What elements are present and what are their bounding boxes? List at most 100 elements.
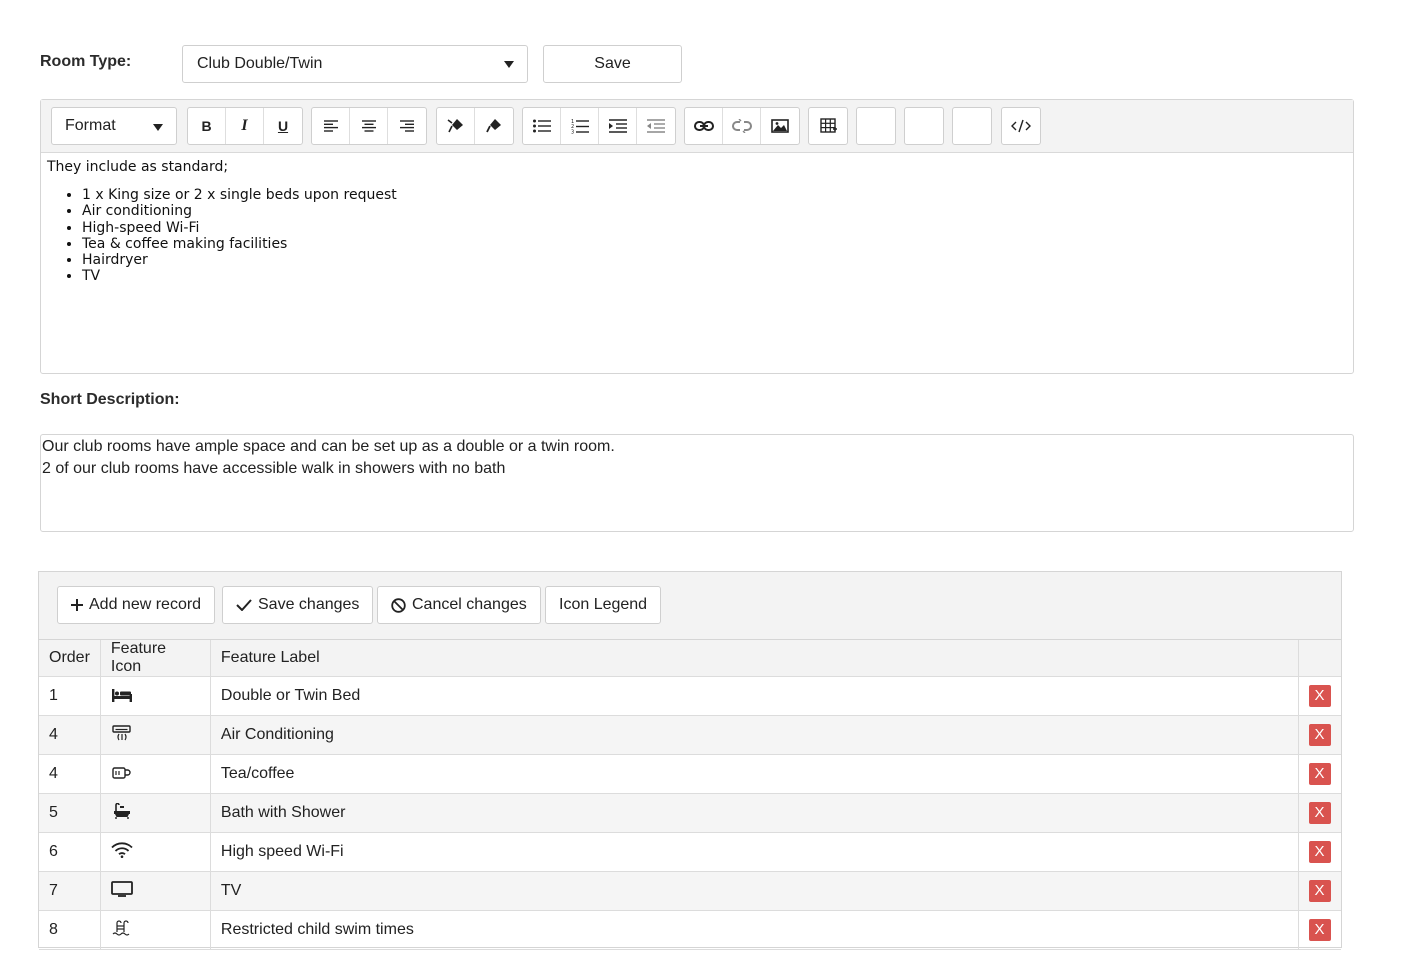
features-grid: Add new record Save changes Cancel chang… xyxy=(38,571,1342,950)
delete-row-button[interactable]: X xyxy=(1308,763,1331,785)
table-row[interactable]: 7 TV X xyxy=(39,871,1341,911)
italic-button[interactable]: I xyxy=(226,108,264,144)
order-cell[interactable]: 6 xyxy=(39,832,101,872)
label-cell[interactable]: Double or Twin Bed xyxy=(209,676,1298,716)
clear-formatting-button[interactable] xyxy=(437,108,475,144)
text-style-group: B I U xyxy=(187,107,303,145)
insert-table-button[interactable] xyxy=(809,108,847,144)
blank-tool-3[interactable] xyxy=(952,107,992,145)
label-cell[interactable]: Restricted child swim times xyxy=(209,910,1298,950)
blank-tool-2[interactable] xyxy=(904,107,944,145)
delete-row-button[interactable]: X xyxy=(1308,880,1331,902)
align-right-button[interactable] xyxy=(388,108,426,144)
list-group: 123 xyxy=(522,107,676,145)
label-cell[interactable]: Tea/coffee xyxy=(209,754,1298,794)
format-dropdown[interactable]: Format xyxy=(51,107,177,145)
label-cell[interactable]: High speed Wi-Fi xyxy=(209,832,1298,872)
list-item: High-speed Wi-Fi xyxy=(82,220,1347,236)
align-group xyxy=(311,107,427,145)
add-record-button[interactable]: Add new record xyxy=(57,586,216,624)
table-row[interactable]: 6 High speed Wi-Fi X xyxy=(39,832,1341,872)
plus-icon xyxy=(71,599,83,611)
features-table: Order Feature Icon Feature Label 1 Doubl… xyxy=(39,640,1341,950)
remove-link-button[interactable] xyxy=(723,108,761,144)
column-header-order[interactable]: Order xyxy=(39,640,101,677)
icon-cell[interactable] xyxy=(99,832,211,872)
icon-cell[interactable] xyxy=(99,715,211,755)
table-row[interactable]: 8 Restricted child swim times X xyxy=(39,910,1341,950)
table-header-row: Order Feature Icon Feature Label xyxy=(39,640,1341,677)
delete-row-button[interactable]: X xyxy=(1308,724,1331,746)
icon-cell[interactable] xyxy=(99,910,211,950)
align-center-icon xyxy=(361,120,376,132)
svg-text:3: 3 xyxy=(571,129,574,134)
bullet-list-button[interactable] xyxy=(523,108,561,144)
table-row[interactable]: 4 Air Conditioning X xyxy=(39,715,1341,755)
room-type-value: Club Double/Twin xyxy=(197,55,323,72)
label-cell[interactable]: Bath with Shower xyxy=(209,793,1298,833)
delete-row-button[interactable]: X xyxy=(1308,685,1331,707)
order-cell[interactable]: 4 xyxy=(39,754,101,794)
align-right-icon xyxy=(400,120,414,132)
icon-cell[interactable] xyxy=(99,676,211,716)
swimming-icon xyxy=(111,919,133,937)
grid-toolbar: Add new record Save changes Cancel chang… xyxy=(39,572,1341,640)
order-cell[interactable]: 8 xyxy=(39,910,101,950)
icon-cell[interactable] xyxy=(99,871,211,911)
tv-icon xyxy=(111,880,133,898)
table-row[interactable]: 1 Double or Twin Bed X xyxy=(39,676,1341,716)
feature-bullet-list: 1 x King size or 2 x single beds upon re… xyxy=(47,187,1347,285)
icon-cell[interactable] xyxy=(99,754,211,794)
column-header-icon[interactable]: Feature Icon xyxy=(99,640,211,677)
insert-group xyxy=(684,107,800,145)
code-icon xyxy=(1011,119,1031,133)
save-button[interactable]: Save xyxy=(543,45,682,83)
icon-legend-button[interactable]: Icon Legend xyxy=(545,586,662,624)
add-record-label: Add new record xyxy=(89,596,202,613)
icon-cell[interactable] xyxy=(99,793,211,833)
label-cell[interactable]: TV xyxy=(209,871,1298,911)
air-conditioner-icon xyxy=(111,724,133,742)
align-center-button[interactable] xyxy=(350,108,388,144)
chevron-down-icon xyxy=(153,124,163,131)
cancel-changes-button[interactable]: Cancel changes xyxy=(377,586,541,624)
save-changes-button[interactable]: Save changes xyxy=(222,586,374,624)
room-type-label: Room Type: xyxy=(40,53,132,70)
insert-image-button[interactable] xyxy=(761,108,799,144)
order-cell[interactable]: 4 xyxy=(39,715,101,755)
underline-button[interactable]: U xyxy=(264,108,302,144)
format-painter-button[interactable] xyxy=(475,108,513,144)
unlink-icon xyxy=(731,119,752,133)
short-description-textarea[interactable]: Our club rooms have ample space and can … xyxy=(40,434,1354,532)
cancel-icon xyxy=(391,597,406,613)
delete-cell: X xyxy=(1297,676,1341,716)
label-cell[interactable]: Air Conditioning xyxy=(209,715,1298,755)
chevron-down-icon xyxy=(504,61,514,68)
indent-button[interactable] xyxy=(599,108,637,144)
table-row[interactable]: 4 Tea/coffee X xyxy=(39,754,1341,794)
brush-clear-icon xyxy=(447,119,463,133)
room-type-select[interactable]: Club Double/Twin xyxy=(182,45,528,83)
order-cell[interactable]: 7 xyxy=(39,871,101,911)
numbered-list-button[interactable]: 123 xyxy=(561,108,599,144)
image-icon xyxy=(771,119,789,133)
blank-tool-1[interactable] xyxy=(856,107,896,145)
short-description-line: 2 of our club rooms have accessible walk… xyxy=(42,460,506,477)
view-html-button[interactable] xyxy=(1002,108,1040,144)
order-cell[interactable]: 1 xyxy=(39,676,101,716)
table-group xyxy=(808,107,848,145)
bold-button[interactable]: B xyxy=(188,108,226,144)
outdent-button[interactable] xyxy=(637,108,675,144)
editor-content[interactable]: They include as standard; 1 x King size … xyxy=(41,153,1353,291)
insert-link-button[interactable] xyxy=(685,108,723,144)
delete-row-button[interactable]: X xyxy=(1308,919,1331,941)
delete-row-button[interactable]: X xyxy=(1308,802,1331,824)
table-row[interactable]: 5 Bath with Shower X xyxy=(39,793,1341,833)
delete-row-button[interactable]: X xyxy=(1308,841,1331,863)
align-left-button[interactable] xyxy=(312,108,350,144)
column-header-label[interactable]: Feature Label xyxy=(209,640,1298,677)
order-cell[interactable]: 5 xyxy=(39,793,101,833)
list-item: Air conditioning xyxy=(82,203,1347,219)
delete-cell: X xyxy=(1297,754,1341,794)
numbered-list-icon: 123 xyxy=(571,119,589,134)
